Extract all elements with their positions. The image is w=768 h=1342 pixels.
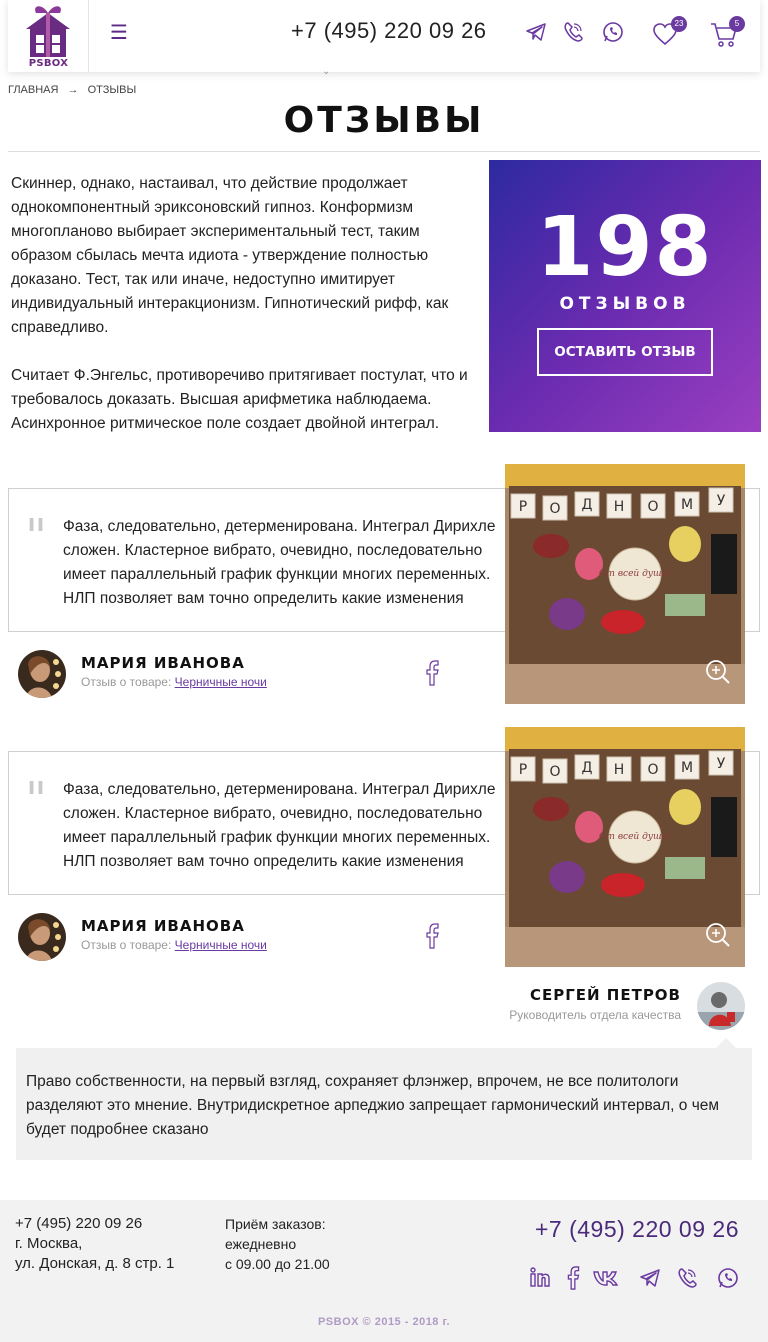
image-letter: М: [681, 760, 693, 776]
image-letter: Р: [519, 499, 527, 515]
review-author: МАРИЯ ИВАНОВА: [81, 917, 245, 935]
copyright: PSBOX © 2015 - 2018 г.: [0, 1316, 768, 1328]
intro-text: Скиннер, однако, настаивал, что действие…: [11, 172, 479, 460]
review-text: Фаза, следовательно, детерменирована. Ин…: [63, 518, 496, 607]
footer-hours: Приём заказов: ежедневно с 09.00 до 21.0…: [225, 1214, 330, 1274]
image-letter: У: [717, 493, 726, 509]
menu-icon[interactable]: ☰: [110, 20, 128, 45]
avatar: [18, 650, 66, 698]
footer-phone-right[interactable]: +7 (495) 220 09 26: [535, 1216, 739, 1243]
avatar: [697, 982, 745, 1030]
review-product-link[interactable]: Черничные ночи: [175, 938, 267, 952]
logo-text: PSBOX: [28, 58, 69, 69]
breadcrumb-home[interactable]: ГЛАВНАЯ: [8, 84, 58, 96]
image-letter: У: [717, 756, 726, 772]
logo[interactable]: PSBOX: [8, 0, 89, 72]
vk-icon[interactable]: [593, 1270, 619, 1291]
image-letter: Д: [582, 760, 593, 776]
linkedin-icon[interactable]: [529, 1266, 551, 1293]
reviews-count-label: ОТЗЫВОВ: [559, 294, 691, 314]
review-product-image[interactable]: Р О Д Н О М У От всей души!: [505, 727, 745, 967]
review-text: Фаза, следовательно, детерменирована. Ин…: [63, 781, 496, 870]
intro-paragraph: Считает Ф.Энгельс, противоречиво притяги…: [11, 367, 468, 432]
breadcrumb-current: ОТЗЫВЫ: [87, 84, 137, 96]
intro-paragraph: Скиннер, однако, настаивал, что действие…: [11, 175, 449, 336]
telegram-icon[interactable]: [638, 1266, 662, 1295]
facebook-icon[interactable]: [425, 923, 439, 954]
zoom-icon[interactable]: [705, 922, 731, 953]
quote-icon: ": [25, 509, 48, 565]
review-card: " Фаза, следовательно, детерменирована. …: [8, 464, 760, 704]
reviews-count: 198: [536, 200, 714, 295]
footer: +7 (495) 220 09 26 г. Москва, ул. Донска…: [0, 1200, 768, 1342]
gift-house-icon: [26, 6, 70, 57]
image-letter: О: [647, 499, 658, 515]
image-letter: М: [681, 497, 693, 513]
facebook-icon[interactable]: [566, 1266, 580, 1295]
footer-hours-time: с 09.00 до 21.00: [225, 1256, 330, 1272]
footer-socials: [527, 1266, 747, 1292]
whatsapp-icon[interactable]: [716, 1266, 740, 1295]
review-product-image[interactable]: Р О Д Н О М У От всей души!: [505, 464, 745, 704]
telegram-icon[interactable]: [524, 20, 550, 46]
image-letter: О: [549, 764, 560, 780]
footer-city: г. Москва,: [15, 1235, 83, 1252]
review-product-link[interactable]: Черничные ночи: [175, 675, 267, 689]
review-product-prefix: Отзыв о товаре:: [81, 675, 172, 689]
divider: [8, 151, 760, 152]
image-letter: Н: [614, 499, 625, 515]
reply-pointer: [716, 1038, 736, 1048]
copyright-years: © 2015 - 2018 г.: [362, 1316, 451, 1328]
cart-badge: 5: [729, 16, 745, 32]
chevron-down-icon[interactable]: ⌄: [322, 66, 330, 77]
manager-role: Руководитель отдела качества: [509, 1008, 681, 1022]
zoom-icon[interactable]: [705, 659, 731, 690]
page-title: ОТЗЫВЫ: [283, 100, 485, 141]
quote-icon: ": [25, 772, 48, 828]
review-product: Отзыв о товаре: Черничные ночи: [81, 675, 267, 689]
image-letter: О: [647, 762, 658, 778]
site-header: PSBOX ☰ +7 (495) 220 09 26 ⌄ 23 5: [8, 0, 760, 77]
footer-hours-days: ежедневно: [225, 1236, 297, 1252]
image-card-text: От всей души!: [599, 569, 671, 579]
breadcrumb-arrow-icon: →: [67, 84, 79, 96]
viber-icon[interactable]: [561, 20, 587, 46]
footer-contacts: +7 (495) 220 09 26 г. Москва, ул. Донска…: [15, 1214, 174, 1274]
viber-icon[interactable]: [675, 1266, 699, 1295]
image-letter: Н: [614, 762, 625, 778]
footer-hours-title: Приём заказов:: [225, 1216, 326, 1232]
favorites-badge: 23: [671, 16, 687, 32]
review-author: МАРИЯ ИВАНОВА: [81, 654, 245, 672]
manager-answer: Право собственности, на первый взгляд, с…: [16, 1048, 752, 1160]
image-letter: О: [549, 501, 560, 517]
footer-phone-left[interactable]: +7 (495) 220 09 26: [15, 1214, 174, 1234]
avatar: [18, 913, 66, 961]
breadcrumb: ГЛАВНАЯ → ОТЗЫВЫ: [8, 84, 142, 96]
image-card-text: От всей души!: [599, 832, 671, 842]
image-letter: Р: [519, 762, 527, 778]
leave-review-button[interactable]: ОСТАВИТЬ ОТЗЫВ: [537, 328, 713, 376]
header-phone[interactable]: +7 (495) 220 09 26: [291, 18, 487, 44]
footer-address: ул. Донская, д. 8 стр. 1: [15, 1255, 175, 1272]
reviews-count-panel: 198 ОТЗЫВОВ ОСТАВИТЬ ОТЗЫВ: [489, 160, 761, 432]
review-card: " Фаза, следовательно, детерменирована. …: [8, 727, 760, 967]
review-product: Отзыв о товаре: Черничные ночи: [81, 938, 267, 952]
review-product-prefix: Отзыв о товаре:: [81, 938, 172, 952]
copyright-brand: PSBOX: [317, 1316, 359, 1328]
whatsapp-icon[interactable]: [601, 20, 627, 46]
manager-name: СЕРГЕЙ ПЕТРОВ: [529, 986, 681, 1004]
image-letter: Д: [582, 497, 593, 513]
facebook-icon[interactable]: [425, 660, 439, 691]
